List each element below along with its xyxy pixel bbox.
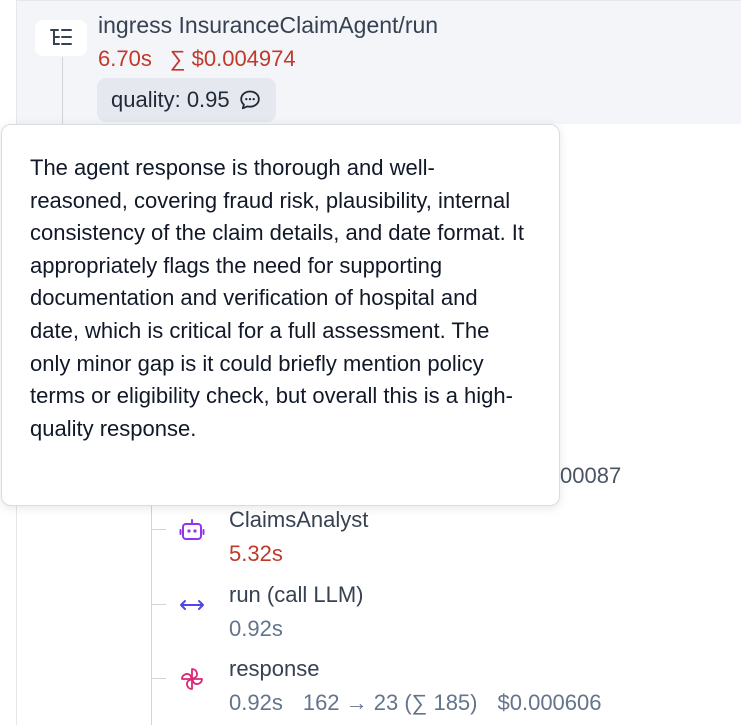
span-tokens: 162 → 23 (∑ 185): [302, 690, 478, 715]
tree-connector: [152, 529, 166, 530]
pinwheel-icon: [178, 665, 206, 693]
span-duration: 5.32s: [229, 541, 283, 566]
arrows-horizontal-icon: [178, 591, 206, 619]
span-cost: $0.000606: [497, 690, 602, 715]
span-meta: 5.32s: [229, 541, 283, 567]
quality-score-label: quality: 0.95: [111, 87, 230, 112]
tree-connector: [152, 604, 166, 605]
span-row-claims-analyst[interactable]: ClaimsAnalyst 5.32s: [0, 505, 741, 575]
robot-icon: [178, 516, 206, 544]
span-duration: 0.92s: [229, 690, 283, 715]
list-tree-icon: [50, 29, 72, 45]
span-name: ClaimsAnalyst: [229, 507, 369, 532]
tree-line-root: [62, 57, 63, 124]
quality-reason-tooltip: The agent response is thorough and well-…: [1, 124, 560, 506]
root-span-title[interactable]: ingress InsuranceClaimAgent/run: [98, 12, 438, 39]
span-name: run (call LLM): [229, 582, 364, 607]
quality-score-badge[interactable]: quality: 0.95: [97, 78, 276, 122]
comment-icon: [239, 90, 260, 110]
span-name: response: [229, 656, 320, 681]
root-cost: ∑ $0.004974: [169, 46, 296, 71]
tree-connector: [152, 678, 166, 679]
span-row-run-call-llm[interactable]: run (call LLM) 0.92s: [0, 580, 741, 650]
span-duration: 0.92s: [229, 616, 283, 641]
span-meta: 0.92s 162 → 23 (∑ 185) $0.000606: [229, 690, 602, 716]
hidden-span-cost: 00087: [560, 463, 622, 488]
span-tree-node-icon[interactable]: [35, 20, 87, 56]
tooltip-text: The agent response is thorough and well-…: [30, 155, 525, 441]
span-row-response[interactable]: response 0.92s 162 → 23 (∑ 185) $0.00060…: [0, 654, 741, 724]
span-meta: 0.92s: [229, 616, 283, 642]
root-duration: 6.70s: [98, 46, 152, 71]
root-span-meta: 6.70s ∑ $0.004974: [98, 46, 296, 72]
